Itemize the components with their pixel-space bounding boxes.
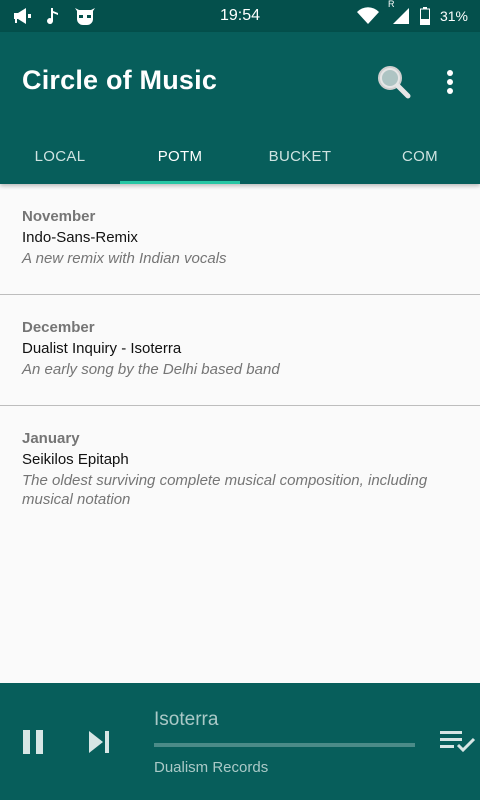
list-item[interactable]: December Dualist Inquiry - Isoterra An e… <box>0 295 480 406</box>
item-title: Indo-Sans-Remix <box>22 229 138 246</box>
item-month: November <box>22 208 96 225</box>
item-month: December <box>22 319 95 336</box>
potm-list: November Indo-Sans-Remix A new remix wit… <box>0 184 480 682</box>
battery-percent: 31% <box>439 8 468 24</box>
now-playing-bar: Isoterra Dualism Records <box>0 683 480 800</box>
item-month: January <box>22 430 80 447</box>
skip-next-button[interactable] <box>86 728 114 756</box>
tab-potm[interactable]: POTM <box>120 128 240 184</box>
tab-bar: LOCAL POTM BUCKET COM <box>0 128 480 184</box>
status-bar: 19:54 R 31% <box>0 0 480 32</box>
cyanogen-mascot-icon <box>74 7 96 25</box>
tab-local[interactable]: LOCAL <box>0 128 120 184</box>
overflow-menu-button[interactable] <box>436 66 464 102</box>
notification-icons <box>12 7 96 25</box>
battery-icon <box>419 7 430 25</box>
playlist-check-icon <box>438 731 480 761</box>
item-title: Dualist Inquiry - Isoterra <box>22 340 182 357</box>
music-note-icon <box>46 7 60 25</box>
track-title: Isoterra <box>154 709 219 730</box>
wifi-icon <box>356 7 380 25</box>
pause-icon <box>20 730 48 760</box>
pause-button[interactable] <box>20 728 48 756</box>
queue-button[interactable] <box>438 727 480 757</box>
search-button[interactable] <box>374 62 414 102</box>
item-description: An early song by the Delhi based band <box>22 361 280 378</box>
signal-indicator: R <box>388 0 410 25</box>
tab-bucket[interactable]: BUCKET <box>240 128 360 184</box>
list-item[interactable]: January Seikilos Epitaph The oldest surv… <box>0 406 480 509</box>
item-title: Seikilos Epitaph <box>22 451 129 468</box>
item-description: A new remix with Indian vocals <box>22 250 227 267</box>
app-title: Circle of Music <box>22 65 218 95</box>
search-icon <box>374 66 414 106</box>
item-description: The oldest surviving complete musical co… <box>22 472 428 508</box>
more-vert-icon <box>436 70 464 106</box>
list-item[interactable]: November Indo-Sans-Remix A new remix wit… <box>0 184 480 295</box>
signal-icon <box>390 7 410 25</box>
roaming-label: R <box>387 0 395 9</box>
megaphone-icon <box>12 7 32 25</box>
app-bar: Circle of Music LOCAL POTM BUCKET COM <box>0 32 480 184</box>
track-artist: Dualism Records <box>154 759 269 776</box>
tab-com[interactable]: COM <box>360 128 480 184</box>
skip-next-icon <box>86 731 114 760</box>
track-progress-bar[interactable] <box>154 743 415 747</box>
